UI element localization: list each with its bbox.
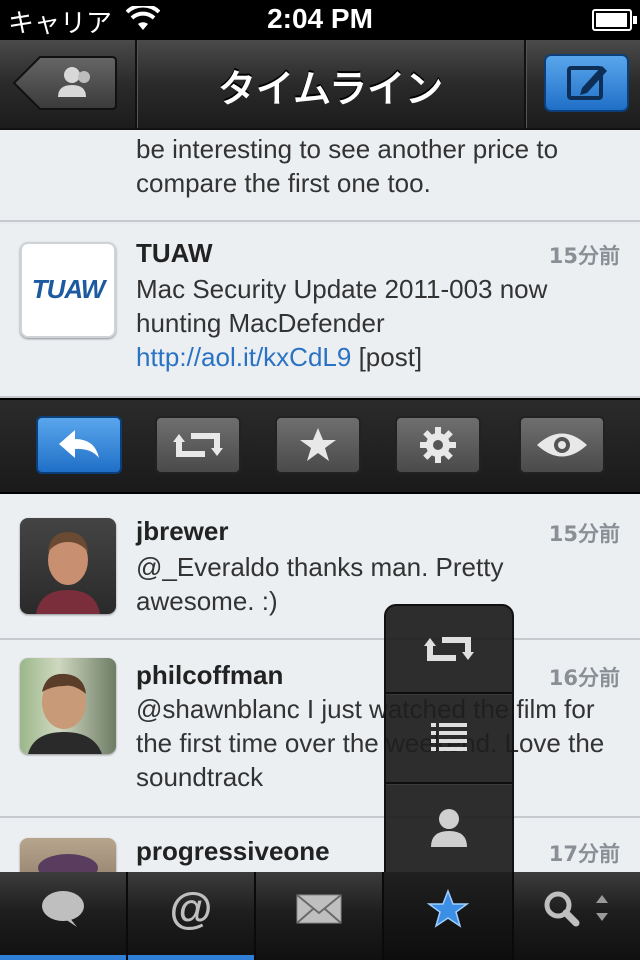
- tab-search[interactable]: [514, 872, 640, 960]
- tweet-link[interactable]: http://aol.it/kxCdL9: [136, 342, 351, 372]
- eye-icon: [537, 433, 587, 457]
- nav-separator: [524, 40, 526, 128]
- tweet-text: Mac Security Update 2011-003 now hunting…: [136, 272, 606, 374]
- tweet-time: 16分前: [548, 666, 620, 690]
- tweet-progressiveone[interactable]: progressiveone 17分前: [0, 818, 640, 872]
- favorite-button[interactable]: [275, 416, 361, 474]
- page-title: タイムライン: [217, 67, 444, 111]
- timeline-feed[interactable]: be interesting to see another price to c…: [0, 130, 640, 872]
- tweet-text-body: Mac Security Update 2011-003 now hunting…: [136, 274, 548, 338]
- person-icon: [431, 809, 467, 847]
- compose-button[interactable]: [544, 54, 629, 112]
- popup-retweets-item[interactable]: [386, 606, 512, 692]
- tuaw-logo: TUAW: [31, 274, 106, 304]
- tab-indicator: [0, 955, 126, 960]
- star-icon: [427, 888, 469, 928]
- search-icon: [544, 891, 608, 927]
- tweet-jbrewer[interactable]: jbrewer 15分前 @_Everaldo thanks man. Pret…: [0, 494, 640, 640]
- clock: 2:04 PM: [267, 3, 373, 34]
- popup-lists-item[interactable]: [386, 694, 512, 780]
- navigation-bar: タイムライン: [0, 40, 640, 130]
- battery-icon: [592, 9, 637, 31]
- avatar[interactable]: [20, 518, 116, 614]
- avatar[interactable]: [20, 658, 116, 754]
- accounts-back-button[interactable]: [12, 55, 118, 111]
- avatar[interactable]: [20, 838, 116, 872]
- speech-bubble-icon: [42, 890, 84, 927]
- tweet-partial[interactable]: be interesting to see another price to c…: [0, 130, 640, 222]
- tab-bar: @: [0, 872, 640, 960]
- tweet-action-bar: [0, 398, 640, 494]
- tweet-time: 15分前: [548, 522, 620, 546]
- popup-profile-item[interactable]: [386, 784, 512, 870]
- favorites-popup-menu: [384, 604, 514, 874]
- tweet-tuaw[interactable]: TUAW TUAW 15分前 Mac Security Update 2011-…: [0, 224, 640, 398]
- tab-indicator: [128, 955, 254, 960]
- tweet-text: @shawnblanc I just watched the film for …: [136, 694, 605, 792]
- status-bar: キャリア 2:04 PM: [0, 0, 640, 40]
- reply-icon: [59, 430, 99, 458]
- envelope-icon: [296, 894, 342, 924]
- tab-messages[interactable]: [256, 872, 384, 960]
- view-button[interactable]: [519, 416, 605, 474]
- tab-mentions[interactable]: @: [128, 872, 256, 960]
- retweet-icon: [424, 637, 474, 661]
- tweet-author[interactable]: jbrewer: [136, 516, 229, 547]
- retweet-icon: [173, 433, 223, 457]
- compose-icon: [567, 66, 607, 100]
- tab-favorites[interactable]: [384, 872, 514, 960]
- tab-timeline[interactable]: [0, 872, 128, 960]
- tweet-philcoffman[interactable]: philcoffman 16分前 @shawnblanc I just watc…: [0, 640, 640, 818]
- reply-button[interactable]: [36, 416, 122, 474]
- tweet-author[interactable]: progressiveone: [136, 836, 330, 867]
- retweet-button[interactable]: [155, 416, 241, 474]
- at-sign-icon: @: [170, 887, 213, 931]
- avatar[interactable]: TUAW: [20, 242, 116, 338]
- gear-icon: [420, 427, 456, 463]
- tweet-time: 17分前: [548, 842, 620, 866]
- settings-button[interactable]: [395, 416, 481, 474]
- svg-text:@: @: [170, 887, 213, 931]
- tweet-author[interactable]: TUAW: [136, 238, 213, 269]
- list-icon: [431, 723, 467, 751]
- tweet-text: @_Everaldo thanks man. Pretty awesome. :…: [136, 552, 504, 616]
- tweet-text-suffix: [post]: [351, 342, 423, 372]
- star-icon: [300, 428, 336, 461]
- tweet-text: be interesting to see another price to c…: [136, 134, 559, 198]
- tweet-author[interactable]: philcoffman: [136, 660, 283, 691]
- tweet-time: 15分前: [548, 244, 620, 268]
